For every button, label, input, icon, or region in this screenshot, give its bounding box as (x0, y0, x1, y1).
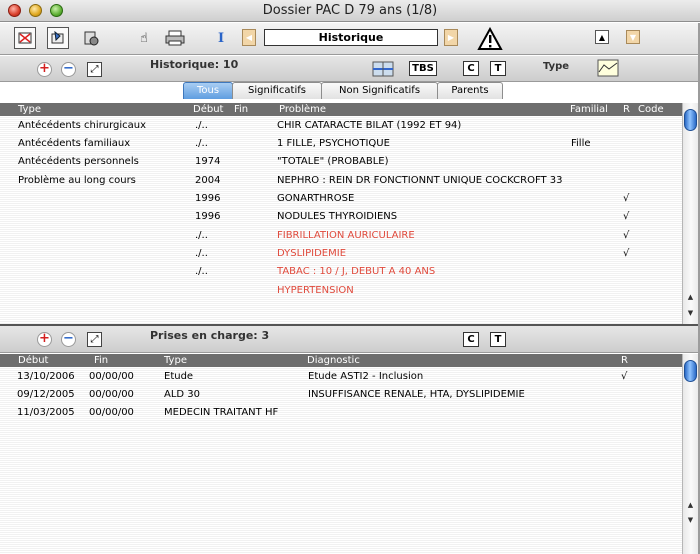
gear-doc-icon[interactable] (80, 27, 102, 49)
table-row[interactable]: ./.. FIBRILLATION AURICULAIRE √ (0, 227, 682, 245)
col-type[interactable]: Type (18, 103, 41, 116)
col-r[interactable]: R (623, 103, 630, 116)
window-title: Dossier PAC D 79 ans (1/8) (262, 3, 438, 18)
text-cursor-icon[interactable]: I (210, 27, 232, 49)
historique-bar: + − ⤢ Historique: 10 TBS C T Type (0, 56, 700, 82)
check-icon: √ (621, 371, 628, 382)
printer-icon[interactable] (164, 27, 186, 49)
scroll-thumb[interactable] (684, 360, 697, 382)
col-code[interactable]: Code (638, 103, 664, 116)
main-toolbar: ☝ I ◀ Historique ▶ ▲ ▼ (0, 23, 700, 55)
check-icon: √ (623, 248, 630, 259)
table-row[interactable]: ./.. DYSLIPIDEMIE √ (0, 245, 682, 263)
t-button[interactable]: T (490, 61, 506, 76)
historique-count: Historique: 10 (150, 58, 239, 71)
table-row[interactable]: 09/12/2005 00/00/00 ALD 30 INSUFFISANCE … (0, 386, 682, 404)
history-list: Antécédents chirurgicaux ./.. CHIR CATAR… (0, 116, 682, 324)
scroll-down-icon[interactable]: ▼ (685, 515, 696, 525)
col-type[interactable]: Type (164, 354, 187, 367)
chart-grid-icon[interactable] (372, 58, 394, 80)
table-row[interactable]: 11/03/2005 00/00/00 MEDECIN TRAITANT HF (0, 404, 682, 422)
graph-icon[interactable] (597, 57, 619, 79)
table-row[interactable]: Antécédents chirurgicaux ./.. CHIR CATAR… (0, 117, 682, 135)
table-row[interactable]: HYPERTENSION (0, 282, 682, 300)
table-row[interactable]: Problème au long cours 2004 NEPHRO : REI… (0, 172, 682, 190)
historique-field[interactable]: Historique (264, 29, 438, 46)
scroll-up-icon[interactable]: ▲ (685, 292, 696, 302)
tab-parents[interactable]: Parents (437, 82, 503, 99)
col-diagnostic[interactable]: Diagnostic (307, 354, 360, 367)
prev-arrow-icon[interactable]: ◀ (242, 29, 256, 46)
col-familial[interactable]: Familial (570, 103, 608, 116)
prises-bar: + − ⤢ Prises en charge: 3 C T (0, 326, 700, 353)
col-r[interactable]: R (621, 354, 628, 367)
expand-icon[interactable]: ⤢ (87, 332, 102, 347)
add-circle-icon[interactable]: + (37, 332, 52, 347)
table-row[interactable]: ./.. TABAC : 10 / J, DEBUT A 40 ANS (0, 263, 682, 281)
tab-significatifs[interactable]: Significatifs (232, 82, 322, 99)
folder-hand-icon[interactable] (47, 27, 69, 49)
scroll-thumb[interactable] (684, 109, 697, 131)
filter-tabs: Tous Significatifs Non Significatifs Par… (183, 82, 503, 99)
expand-icon[interactable]: ⤢ (87, 62, 102, 77)
hand-pointer-icon[interactable]: ☝ (133, 27, 155, 49)
t-button[interactable]: T (490, 332, 506, 347)
next-arrow-icon[interactable]: ▶ (444, 29, 458, 46)
prises-scrollbar[interactable]: ▲ ▼ (682, 354, 698, 554)
history-scrollbar[interactable]: ▲ ▼ (682, 103, 698, 324)
type-label: Type (543, 61, 570, 72)
tab-tous[interactable]: Tous (183, 82, 233, 99)
check-icon: √ (623, 211, 630, 222)
col-probleme[interactable]: Problème (279, 103, 326, 116)
table-row[interactable]: 1996 NODULES THYROIDIENS √ (0, 208, 682, 226)
warning-icon[interactable] (476, 25, 504, 52)
prises-table-header: Début Fin Type Diagnostic R (0, 354, 682, 367)
prises-list: 13/10/2006 00/00/00 Etude Etude ASTI2 - … (0, 367, 682, 554)
col-debut[interactable]: Début (193, 103, 223, 116)
add-circle-icon[interactable]: + (37, 62, 52, 77)
scroll-up-icon[interactable]: ▲ (685, 500, 696, 510)
history-table-header: Type Début Fin Problème Familial R Code (0, 103, 682, 116)
c-button[interactable]: C (463, 61, 479, 76)
col-fin[interactable]: Fin (234, 103, 248, 116)
tbs-button[interactable]: TBS (409, 61, 437, 76)
tab-non-significatifs[interactable]: Non Significatifs (321, 82, 438, 99)
check-icon: √ (623, 193, 630, 204)
up-arrow-icon[interactable]: ▲ (595, 30, 609, 44)
title-bar: Dossier PAC D 79 ans (1/8) (0, 0, 700, 22)
table-row[interactable]: 1996 GONARTHROSE √ (0, 190, 682, 208)
col-fin[interactable]: Fin (94, 354, 108, 367)
table-row[interactable]: 13/10/2006 00/00/00 Etude Etude ASTI2 - … (0, 368, 682, 386)
check-icon: √ (623, 230, 630, 241)
remove-circle-icon[interactable]: − (61, 332, 76, 347)
table-row[interactable]: Antécédents personnels 1974 "TOTALE" (PR… (0, 153, 682, 171)
c-button[interactable]: C (463, 332, 479, 347)
down-arrow-icon[interactable]: ▼ (626, 30, 640, 44)
prises-count: Prises en charge: 3 (150, 329, 270, 342)
col-debut[interactable]: Début (18, 354, 48, 367)
remove-circle-icon[interactable]: − (61, 62, 76, 77)
table-row[interactable]: Antécédents familiaux ./.. 1 FILLE, PSYC… (0, 135, 682, 153)
scroll-down-icon[interactable]: ▼ (685, 308, 696, 318)
patient-card-icon[interactable] (14, 27, 36, 49)
